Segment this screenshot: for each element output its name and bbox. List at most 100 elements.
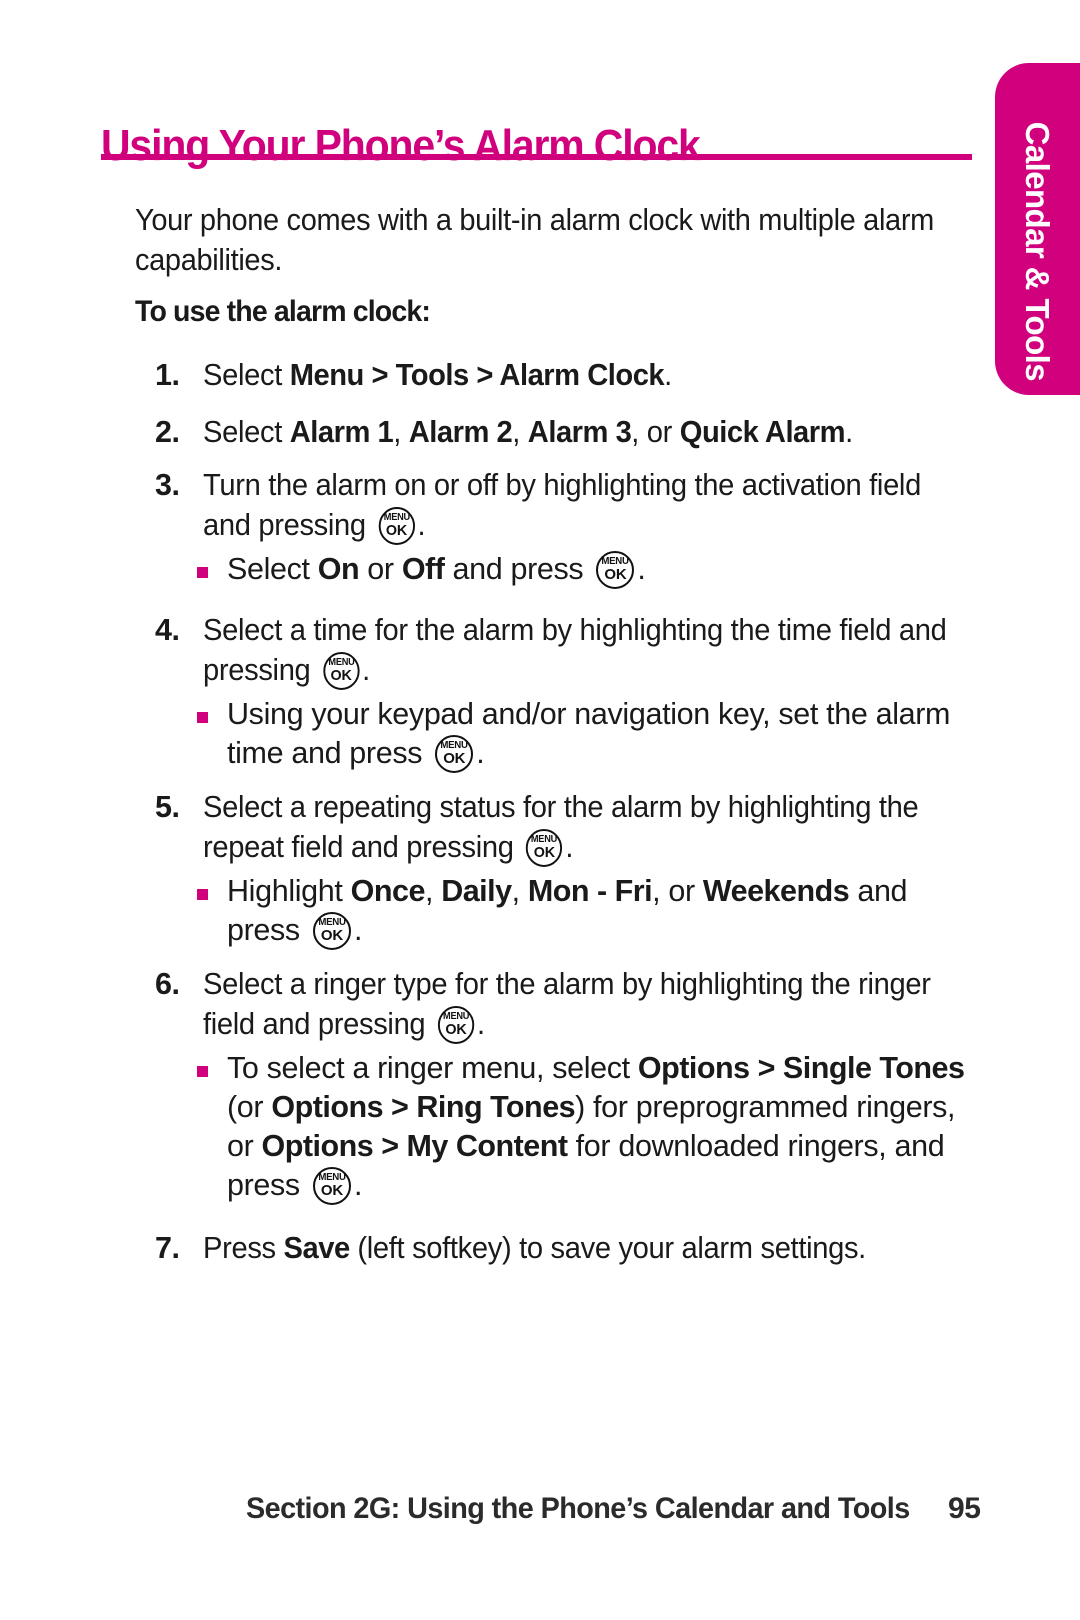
step-body: Select a repeating status for the alarm … (203, 787, 950, 867)
sub-bullet-text: To select a ringer menu, select Options … (227, 1051, 965, 1205)
step-number: 3. (155, 468, 180, 502)
menu-ok-key-bottom-label: OK (330, 667, 352, 684)
menu-ok-key-bottom-label: OK (443, 750, 466, 767)
step-text: . (565, 830, 574, 864)
menu-ok-key-bottom-label: OK (604, 566, 627, 583)
ui-term-bold: Once (350, 874, 426, 908)
step-text: To select a ringer menu, select (227, 1051, 638, 1085)
lead-in-heading: To use the alarm clock: (135, 295, 431, 328)
sub-bullet-text: Highlight Once, Daily, Mon - Fri, or Wee… (227, 874, 908, 950)
sub-bullet-text: Using your keypad and/or navigation key,… (227, 697, 951, 773)
step-body: Select a time for the alarm by highlight… (203, 610, 950, 690)
step-text: Highlight (227, 874, 351, 908)
square-bullet-icon (197, 1066, 208, 1077)
page-title: Using Your Phone’s Alarm Clock (101, 121, 701, 171)
menu-ok-key-bottom-label: OK (533, 844, 555, 861)
step-item: 7. Press Save (left softkey) to save your… (155, 1228, 985, 1268)
step-item: 1. Select Menu > Tools > Alarm Clock. (155, 355, 985, 395)
step-text: and press (444, 552, 592, 586)
step-text: , (393, 415, 409, 449)
menu-ok-key-icon: MENU OK (437, 1006, 475, 1044)
step-body: Select Menu > Tools > Alarm Clock. (203, 355, 950, 395)
ui-term-bold: Off (401, 552, 445, 586)
step-item: 6. Select a ringer type for the alarm by … (155, 964, 985, 1205)
step-text: Turn the alarm on or off by highlighting… (203, 468, 921, 542)
step-item: 5. Select a repeating status for the alar… (155, 787, 985, 950)
ui-term-bold: Mon - Fri (527, 874, 653, 908)
footer-section-title: Section 2G: Using the Phone’s Calendar a… (246, 1492, 910, 1525)
menu-ok-key-icon: MENU OK (378, 507, 415, 545)
step-text: Using your keypad and/or navigation key,… (227, 697, 951, 770)
menu-ok-key-icon: MENU OK (322, 652, 360, 690)
ui-term-bold: Save (283, 1231, 351, 1265)
step-text: , or (631, 415, 680, 449)
step-text: , (512, 415, 528, 449)
step-number: 5. (155, 790, 180, 824)
title-underline-rule (101, 154, 972, 160)
step-body: Turn the alarm on or off by highlighting… (203, 465, 950, 545)
section-tab-label: Calendar & Tools (1019, 121, 1056, 381)
step-number: 7. (155, 1231, 180, 1265)
step-text: . (353, 1168, 363, 1202)
step-text: (left softkey) to save your alarm settin… (349, 1231, 866, 1265)
ui-term-bold: Alarm 1 (289, 415, 394, 449)
step-text: . (664, 358, 672, 392)
ui-term-bold: Daily (441, 874, 512, 908)
section-tab-calendar-and-tools: Calendar & Tools (995, 63, 1080, 395)
menu-ok-key-icon: MENU OK (312, 912, 351, 950)
ui-term-bold: Options > Ring Tones (271, 1090, 576, 1124)
ui-term-bold: Alarm 2 (408, 415, 513, 449)
intro-paragraph: Your phone comes with a built-in alarm c… (135, 203, 934, 277)
step-text: . (637, 552, 646, 586)
menu-ok-key-icon: MENU OK (596, 551, 635, 589)
step-body: Select Alarm 1, Alarm 2, Alarm 3, or Qui… (203, 412, 950, 452)
step-body: Press Save (left softkey) to save your a… (203, 1228, 950, 1268)
step-number: 4. (155, 613, 180, 647)
square-bullet-icon (197, 889, 208, 900)
footer-page-number: 95 (948, 1492, 981, 1525)
step-text: . (417, 508, 426, 542)
step-text: Select a time for the alarm by highlight… (203, 613, 947, 687)
step-text: . (362, 653, 370, 687)
step-text: (or (227, 1090, 272, 1124)
ui-term-bold: Alarm 3 (527, 415, 632, 449)
step-text: Select (227, 552, 318, 586)
menu-ok-key-bottom-label: OK (385, 522, 408, 539)
step-text: . (476, 736, 485, 770)
menu-ok-key-bottom-label: OK (445, 1021, 467, 1038)
ui-term-bold: Options > My Content (261, 1129, 569, 1163)
ui-term-bold: Menu > Tools > Alarm Clock (289, 358, 665, 392)
step-text: , (424, 874, 442, 908)
menu-ok-key-icon: MENU OK (312, 1167, 351, 1205)
ui-term-bold: Options > Single Tones (637, 1051, 965, 1085)
step-text: . (476, 1007, 485, 1041)
ui-term-bold: On (317, 552, 360, 586)
step-item: 4. Select a time for the alarm by highlig… (155, 610, 985, 773)
menu-ok-key-bottom-label: OK (320, 1182, 344, 1199)
step-text: . (353, 913, 363, 947)
step-text: Select (203, 358, 290, 392)
sub-bullet-item: Highlight Once, Daily, Mon - Fri, or Wee… (193, 872, 985, 950)
step-text: or (359, 552, 402, 586)
step-item: 2. Select Alarm 1, Alarm 2, Alarm 3, or Q… (155, 412, 985, 452)
square-bullet-icon (197, 567, 208, 578)
step-body: Select a ringer type for the alarm by hi… (203, 964, 950, 1044)
sub-bullet-item: To select a ringer menu, select Options … (193, 1049, 985, 1205)
step-text: Select (203, 415, 290, 449)
step-number: 2. (155, 415, 180, 449)
sub-bullet-item: Select On or Off and press MENU OK. (193, 550, 985, 589)
menu-ok-key-bottom-label: OK (320, 927, 344, 944)
ui-term-bold: Quick Alarm (679, 415, 846, 449)
ui-term-bold: Weekends (702, 874, 850, 908)
page-footer: Section 2G: Using the Phone’s Calendar a… (0, 1492, 1080, 1542)
sub-bullet-item: Using your keypad and/or navigation key,… (193, 695, 985, 773)
step-text: Select a ringer type for the alarm by hi… (203, 967, 931, 1041)
step-text: , or (652, 874, 703, 908)
step-text: Press (203, 1231, 284, 1265)
menu-ok-key-icon: MENU OK (435, 735, 474, 773)
step-text: . (845, 415, 853, 449)
step-number: 6. (155, 967, 180, 1001)
square-bullet-icon (197, 712, 208, 723)
step-number: 1. (155, 358, 180, 392)
menu-ok-key-icon: MENU OK (526, 829, 563, 867)
